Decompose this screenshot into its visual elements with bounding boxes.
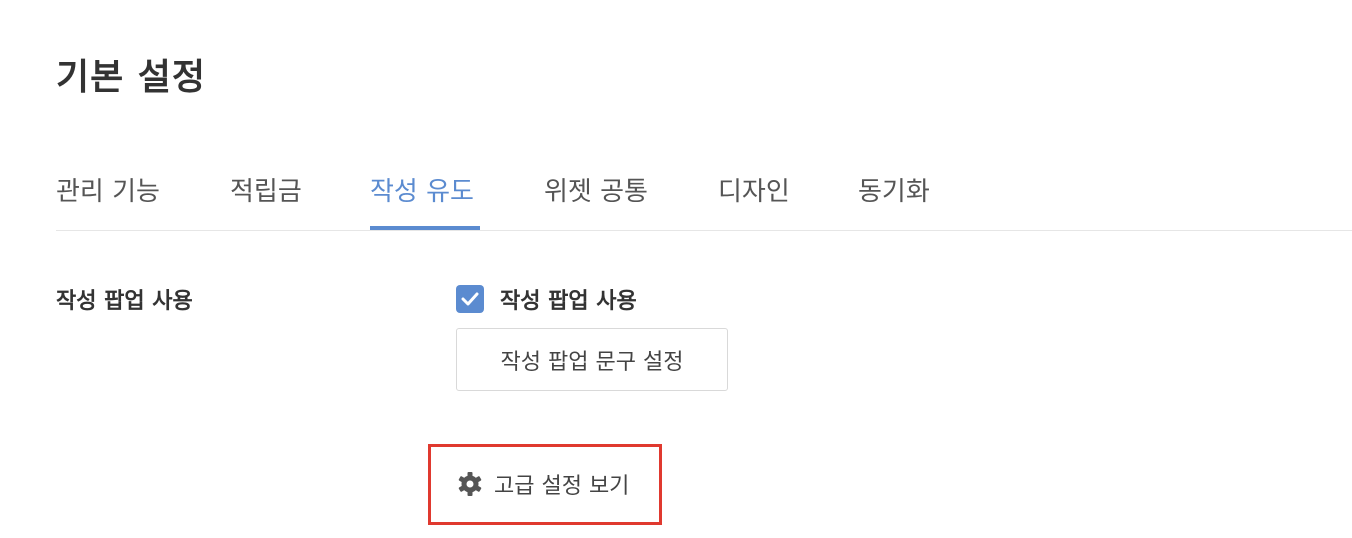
active-tab-indicator xyxy=(370,226,480,230)
gear-icon xyxy=(456,470,484,498)
tab-bar: 관리 기능 적립금 작성 유도 위젯 공통 디자인 동기화 xyxy=(56,160,1352,231)
advanced-settings-label: 고급 설정 보기 xyxy=(494,474,630,499)
tab-design[interactable]: 디자인 xyxy=(718,174,790,210)
popup-checkbox-row[interactable]: 작성 팝업 사용 xyxy=(456,283,637,315)
setting-label: 작성 팝업 사용 xyxy=(56,289,193,314)
advanced-settings-link[interactable]: 고급 설정 보기 xyxy=(456,468,629,500)
page-title: 기본 설정 xyxy=(56,57,207,98)
tab-management[interactable]: 관리 기능 xyxy=(56,174,160,210)
popup-checkbox-label: 작성 팝업 사용 xyxy=(500,289,637,314)
tab-sync[interactable]: 동기화 xyxy=(858,174,930,210)
tab-write-prompt[interactable]: 작성 유도 xyxy=(370,174,474,210)
settings-page: 기본 설정 관리 기능 적립금 작성 유도 위젯 공통 디자인 동기화 작성 팝… xyxy=(0,0,1352,538)
tab-points[interactable]: 적립금 xyxy=(230,174,302,210)
popup-checkbox[interactable] xyxy=(456,285,484,313)
tab-widget-common[interactable]: 위젯 공통 xyxy=(544,174,648,210)
check-icon xyxy=(461,292,479,306)
popup-text-settings-button[interactable]: 작성 팝업 문구 설정 xyxy=(456,328,728,391)
